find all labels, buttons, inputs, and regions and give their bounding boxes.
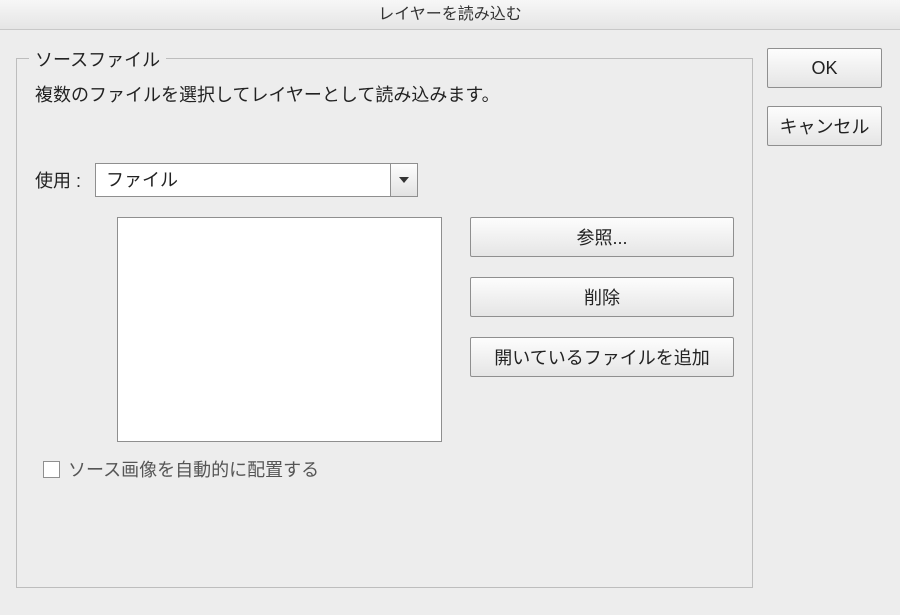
- ok-button-label: OK: [811, 58, 837, 79]
- browse-button-label: 参照...: [576, 224, 627, 250]
- list-buttons-column: 参照... 削除 開いているファイルを追加: [470, 217, 734, 377]
- add-open-files-button-label: 開いているファイルを追加: [494, 344, 709, 370]
- use-label: 使用 :: [35, 167, 81, 193]
- fieldset-legend: ソースファイル: [29, 46, 166, 72]
- use-select-dropdown-button[interactable]: [390, 163, 418, 197]
- ok-button[interactable]: OK: [767, 48, 882, 88]
- fieldset-description: 複数のファイルを選択してレイヤーとして読み込みます。: [35, 81, 734, 107]
- main-column: ソースファイル 複数のファイルを選択してレイヤーとして読み込みます。 使用 : …: [16, 48, 753, 615]
- chevron-down-icon: [399, 177, 409, 183]
- file-list-row: 参照... 削除 開いているファイルを追加: [117, 217, 734, 442]
- auto-arrange-label[interactable]: ソース画像を自動的に配置する: [68, 456, 319, 482]
- auto-arrange-row: ソース画像を自動的に配置する: [43, 456, 734, 482]
- use-row: 使用 : ファイル: [35, 163, 734, 197]
- cancel-button-label: キャンセル: [780, 113, 870, 139]
- source-file-fieldset: ソースファイル 複数のファイルを選択してレイヤーとして読み込みます。 使用 : …: [16, 58, 753, 588]
- add-open-files-button[interactable]: 開いているファイルを追加: [470, 337, 734, 377]
- remove-button-label: 削除: [584, 284, 620, 310]
- remove-button[interactable]: 削除: [470, 277, 734, 317]
- dialog-titlebar: レイヤーを読み込む: [0, 0, 900, 30]
- auto-arrange-checkbox[interactable]: [43, 461, 60, 478]
- browse-button[interactable]: 参照...: [470, 217, 734, 257]
- side-column: OK キャンセル: [767, 48, 882, 615]
- dialog-body: ソースファイル 複数のファイルを選択してレイヤーとして読み込みます。 使用 : …: [0, 30, 900, 615]
- use-select-value[interactable]: ファイル: [95, 163, 390, 197]
- cancel-button[interactable]: キャンセル: [767, 106, 882, 146]
- use-select[interactable]: ファイル: [95, 163, 418, 197]
- dialog-title: レイヤーを読み込む: [378, 6, 522, 23]
- file-listbox[interactable]: [117, 217, 442, 442]
